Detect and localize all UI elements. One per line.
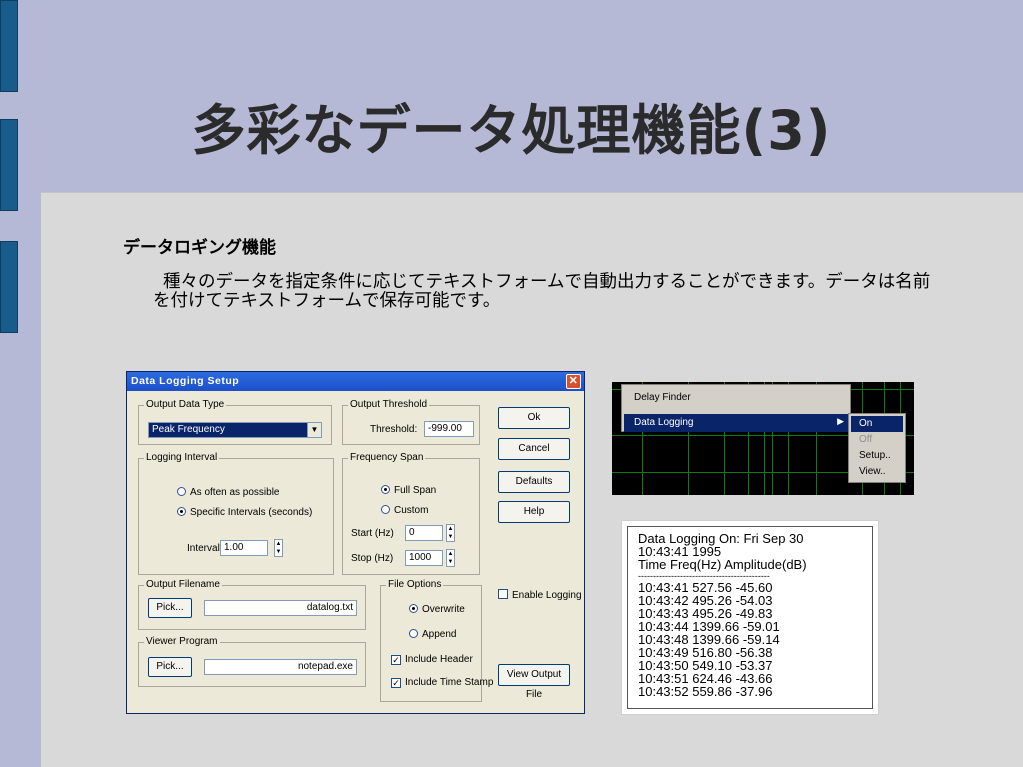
decor-bar <box>0 0 18 92</box>
output-filename-input[interactable]: datalog.txt <box>204 600 357 616</box>
include-time-stamp-checkbox[interactable]: ✓ Include Time Stamp <box>391 677 493 688</box>
select-value: Peak Frequency <box>152 424 225 435</box>
help-button[interactable]: Help <box>498 501 570 523</box>
spinner-icon[interactable]: ▲ ▼ <box>274 539 283 557</box>
chevron-down-icon: ▼ <box>307 423 321 437</box>
log-line: 10:43:52 559.86 -37.96 <box>638 684 773 699</box>
spinner-icon[interactable]: ▲ ▼ <box>446 524 455 542</box>
include-header-checkbox[interactable]: ✓ Include Header <box>391 654 473 665</box>
radio-icon <box>409 629 418 638</box>
submenu-item-view[interactable]: View.. <box>851 464 903 480</box>
dialog-title: Data Logging Setup <box>131 375 240 387</box>
radio-label: Full Span <box>394 485 437 496</box>
radio-icon <box>177 487 186 496</box>
radio-label: Custom <box>394 505 429 516</box>
context-menu: Delay Finder Data Logging ▶ <box>621 384 851 432</box>
radio-label: Specific Intervals (seconds) <box>190 507 313 518</box>
submenu-item-setup[interactable]: Setup.. <box>851 448 903 464</box>
radio-label: Overwrite <box>422 604 465 615</box>
data-logging-setup-dialog: Data Logging Setup ✕ Output Data Type Pe… <box>126 371 585 714</box>
radio-custom[interactable]: Custom <box>381 505 428 516</box>
radio-full-span[interactable]: Full Span <box>381 485 436 496</box>
body-text: 種々のデータを指定条件に応じてテキストフォームで自動出力することができます。デー… <box>153 272 931 311</box>
checkbox-label: Include Header <box>405 654 473 665</box>
section-heading: データロギング機能 <box>123 238 276 258</box>
output-threshold-group: Output Threshold Threshold: -999.00 <box>342 399 480 445</box>
log-output-listing: Data Logging On: Fri Sep 30 10:43:41 199… <box>621 520 879 715</box>
group-label: Frequency Span <box>348 452 426 463</box>
radio-as-often[interactable]: As often as possible <box>177 487 280 498</box>
group-label: File Options <box>386 579 444 590</box>
group-label: Output Threshold <box>348 399 430 410</box>
output-filename-group: Output Filename Pick... datalog.txt <box>138 579 366 630</box>
submenu-item-on[interactable]: On <box>851 416 903 432</box>
threshold-label: Threshold: <box>370 424 418 435</box>
interval-label: Interval: <box>187 543 223 554</box>
group-label: Output Data Type <box>144 399 227 410</box>
menu-item-data-logging[interactable]: Data Logging ▶ <box>624 414 848 432</box>
start-hz-label: Start (Hz) <box>351 528 394 539</box>
radio-icon <box>409 604 418 613</box>
radio-icon <box>177 507 186 516</box>
slide-title: 多彩なデータ処理機能(3) <box>191 99 832 162</box>
file-options-group: File Options Overwrite Append ✓ Include H… <box>380 579 493 702</box>
checkbox-icon <box>498 589 508 599</box>
content-area: データロギング機能 種々のデータを指定条件に応じてテキストフォームで自動出力する… <box>41 192 1023 767</box>
radio-label: Append <box>422 629 457 640</box>
radio-overwrite[interactable]: Overwrite <box>409 604 465 615</box>
interval-input[interactable]: 1.00 <box>220 540 268 556</box>
data-logging-menu-screenshot: Delay Finder Data Logging ▶ On Off Setup… <box>612 382 914 495</box>
decor-bar <box>0 241 18 333</box>
checkbox-label: Enable Logging <box>512 590 582 601</box>
spinner-icon[interactable]: ▲ ▼ <box>446 549 455 567</box>
dialog-titlebar: Data Logging Setup ✕ <box>127 372 584 391</box>
check-icon: ✓ <box>391 655 401 665</box>
ok-button[interactable]: Ok <box>498 407 570 429</box>
menu-item-label: Data Logging <box>634 417 694 428</box>
radio-icon <box>381 485 390 494</box>
pick-viewer-button[interactable]: Pick... <box>148 657 192 677</box>
group-label: Logging Interval <box>144 452 220 463</box>
chevron-right-icon: ▶ <box>837 416 844 426</box>
stop-hz-label: Stop (Hz) <box>351 553 394 564</box>
radio-label: As often as possible <box>190 487 280 498</box>
group-label: Output Filename <box>144 579 222 590</box>
stop-hz-input[interactable]: 1000 <box>405 550 443 566</box>
logging-interval-group: Logging Interval As often as possible Sp… <box>138 452 334 575</box>
radio-append[interactable]: Append <box>409 629 456 640</box>
group-label: Viewer Program <box>144 636 220 647</box>
cancel-button[interactable]: Cancel <box>498 438 570 460</box>
data-logging-submenu: On Off Setup.. View.. <box>848 413 906 483</box>
output-data-type-group: Output Data Type Peak Frequency ▼ <box>138 399 332 445</box>
radio-icon <box>381 505 390 514</box>
view-output-file-button[interactable]: View Output File <box>498 664 570 700</box>
start-hz-input[interactable]: 0 <box>405 525 443 541</box>
viewer-program-input[interactable]: notepad.exe <box>204 659 357 675</box>
close-icon[interactable]: ✕ <box>566 374 581 389</box>
radio-specific-intervals[interactable]: Specific Intervals (seconds) <box>177 507 312 518</box>
threshold-input[interactable]: -999.00 <box>424 421 474 437</box>
pick-output-button[interactable]: Pick... <box>148 598 192 618</box>
checkbox-label: Include Time Stamp <box>405 677 494 688</box>
viewer-program-group: Viewer Program Pick... notepad.exe <box>138 636 366 687</box>
menu-item-delay-finder[interactable]: Delay Finder <box>624 389 848 407</box>
enable-logging-checkbox[interactable]: Enable Logging <box>498 589 582 601</box>
defaults-button[interactable]: Defaults <box>498 471 570 493</box>
check-icon: ✓ <box>391 678 401 688</box>
frequency-span-group: Frequency Span Full Span Custom Start (H… <box>342 452 480 575</box>
output-data-type-select[interactable]: Peak Frequency ▼ <box>148 422 322 438</box>
log-line: Time Freq(Hz) Amplitude(dB) <box>638 557 807 572</box>
submenu-item-off[interactable]: Off <box>851 432 903 448</box>
log-output-text: Data Logging On: Fri Sep 30 10:43:41 199… <box>627 526 873 709</box>
